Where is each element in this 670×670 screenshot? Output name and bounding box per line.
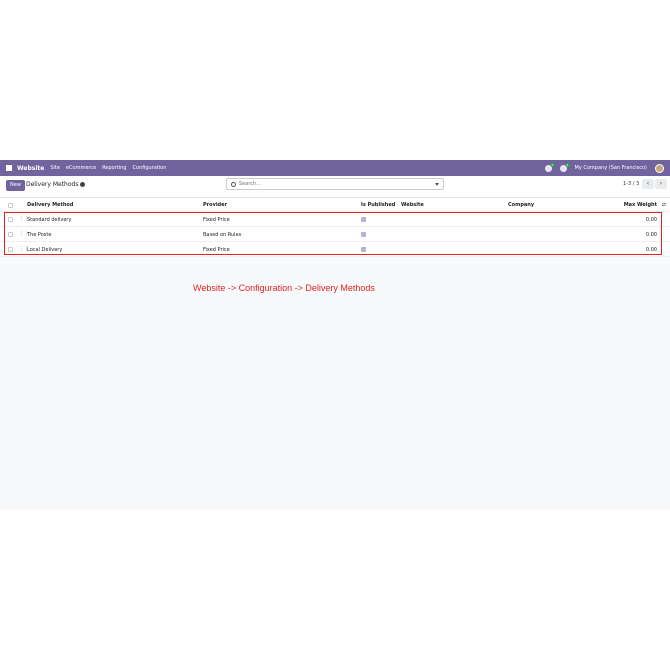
search-input[interactable] (239, 181, 419, 187)
table-header-row: Delivery Method Provider Is Published We… (0, 198, 670, 212)
search-icon (231, 181, 236, 187)
activity-clock-icon[interactable]: 4 (559, 162, 570, 172)
app-brand[interactable]: Website (17, 165, 44, 172)
header-is-published[interactable]: Is Published (361, 202, 395, 208)
user-avatar[interactable] (655, 163, 664, 173)
pager-prev-icon[interactable]: ‹ (642, 179, 654, 189)
apps-grid-icon[interactable] (6, 165, 12, 171)
top-navbar: Website Site eCommerce Reporting Configu… (0, 160, 670, 176)
control-panel: New Delivery Methods 1-3 / 3 ‹ › (0, 176, 670, 198)
activity-badge: 4 (565, 162, 570, 167)
new-button[interactable]: New (6, 180, 25, 191)
chat-badge: 5 (550, 162, 555, 167)
gear-icon[interactable] (80, 182, 86, 187)
header-provider[interactable]: Provider (203, 202, 227, 208)
pager-next-icon[interactable]: › (655, 179, 667, 189)
menu-ecommerce[interactable]: eCommerce (66, 165, 96, 171)
header-max-weight[interactable]: Max Weight (624, 202, 657, 208)
breadcrumb: Delivery Methods (26, 181, 86, 188)
chat-icon[interactable]: 5 (544, 162, 555, 172)
menu-configuration[interactable]: Configuration (132, 165, 166, 171)
menu-reporting[interactable]: Reporting (102, 165, 126, 171)
pager-value[interactable]: 1-3 / 3 (623, 181, 639, 187)
annotation-caption: Website -> Configuration -> Delivery Met… (193, 283, 375, 293)
page-title: Delivery Methods (26, 181, 79, 188)
optional-columns-icon[interactable]: ⇄ (662, 202, 666, 208)
annotation-highlight-box (4, 212, 662, 255)
caret-down-icon[interactable] (435, 182, 439, 186)
header-company[interactable]: Company (508, 202, 534, 208)
select-all-checkbox[interactable] (8, 203, 13, 208)
navbar-systray: 5 4 My Company (San Francisco) (544, 162, 664, 173)
menu-site[interactable]: Site (50, 165, 60, 171)
header-website[interactable]: Website (401, 202, 424, 208)
main-menu: Site eCommerce Reporting Configuration (50, 165, 166, 171)
header-delivery-method[interactable]: Delivery Method (27, 202, 73, 208)
company-switcher[interactable]: My Company (San Francisco) (575, 165, 648, 171)
search-bar[interactable] (226, 178, 444, 190)
